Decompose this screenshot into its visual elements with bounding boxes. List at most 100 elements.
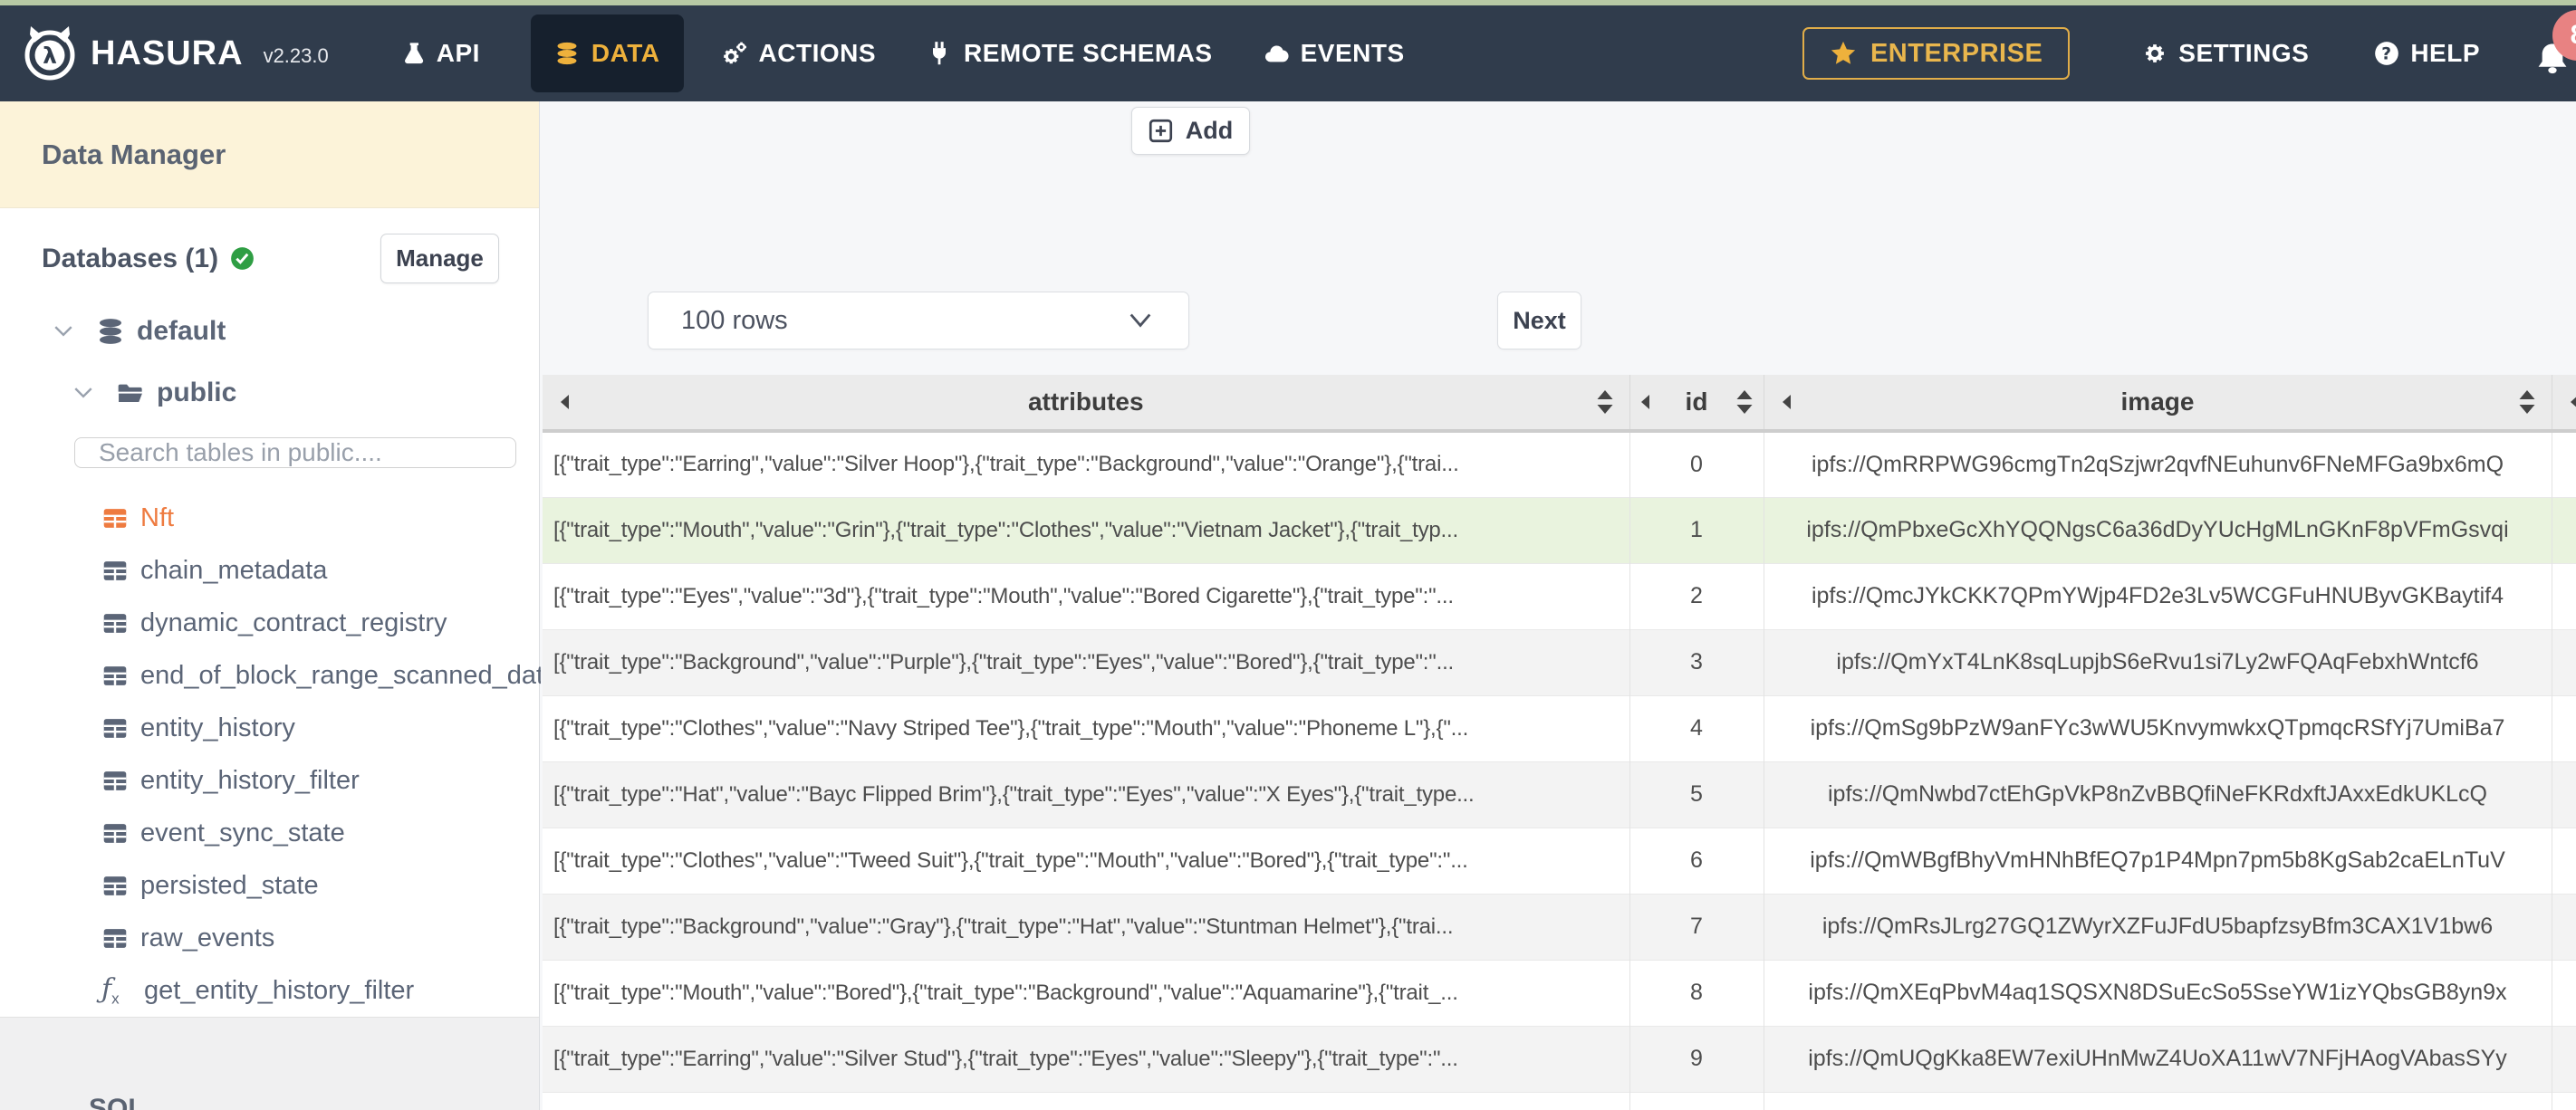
tables-list: Nft chain_metadata dynamic_contract_regist… <box>0 492 558 1017</box>
cell-image: ipfs://QmRRPWG96cmgTn2qSzjwr2qvfNEuhunv6… <box>1763 431 2552 497</box>
sidebar-table-end_of_block_range_scanned_data[interactable]: end_of_block_range_scanned_data <box>0 649 558 702</box>
rows-per-page-select[interactable]: 100 rows <box>648 292 1189 349</box>
sidebar-table-entity_history_filter[interactable]: entity_history_filter <box>0 754 539 807</box>
table-name-label: chain_metadata <box>140 555 328 585</box>
tree-node-default[interactable]: default <box>0 311 539 352</box>
column-header-image[interactable]: image <box>1763 375 2552 433</box>
next-page-button[interactable]: Next <box>1497 292 1581 349</box>
table-name-label: raw_events <box>140 923 275 952</box>
collapse-column-icon[interactable] <box>1779 393 1793 411</box>
cell-image: ipfs://QmSg9bPzW9anFYc3wWU5KnvymwkxQTpmq… <box>1763 694 2552 761</box>
nav-item-label: DATA <box>591 39 660 67</box>
nav-item-label: EVENTS <box>1300 39 1405 67</box>
collapse-column-icon[interactable] <box>2567 393 2576 411</box>
table-name-label: entity_history_filter <box>140 765 360 795</box>
cell-overflow <box>2551 562 2576 629</box>
settings-label: SETTINGS <box>2178 39 2310 67</box>
collapse-column-icon[interactable] <box>1638 393 1652 411</box>
nav-item-actions[interactable]: ACTIONS <box>722 39 877 68</box>
cell-overflow <box>2551 694 2576 761</box>
table-icon <box>103 508 127 528</box>
sidebar-table-raw_events[interactable]: raw_events <box>0 912 539 964</box>
sidebar-table-persisted_state[interactable]: persisted_state <box>0 859 539 912</box>
column-label: attributes <box>1027 388 1144 416</box>
cell-image: ipfs://QmRsJLrg27GQ1ZWyrXZFuJFdU5bapfzsy… <box>1763 893 2552 960</box>
table-icon <box>103 613 127 633</box>
table-name-label: entity_history <box>140 713 295 742</box>
nav-help[interactable]: ? HELP <box>2374 39 2480 68</box>
cell-empty <box>1763 1091 2552 1110</box>
cell-image: ipfs://QmNwbd7ctEhGpVkP8nZvBBQfiNeFKRdxf… <box>1763 761 2552 828</box>
sort-column-icon[interactable] <box>1735 388 1754 416</box>
databases-label: Databases (1) <box>42 243 219 273</box>
hasura-logo-icon[interactable]: λ <box>22 25 78 81</box>
cell-id: 9 <box>1629 1025 1764 1092</box>
sidebar-table-entity_history[interactable]: entity_history <box>0 702 539 754</box>
cell-overflow <box>2551 761 2576 828</box>
sidebar-table-event_sync_state[interactable]: event_sync_state <box>0 807 539 859</box>
help-label: HELP <box>2410 39 2480 67</box>
folder-icon <box>118 384 142 402</box>
nav-item-api[interactable]: API <box>399 39 480 68</box>
sort-column-icon[interactable] <box>1595 388 1615 416</box>
grid-head-row: attributes id image <box>543 375 2576 433</box>
database-icon <box>557 42 577 65</box>
table-row: [{"trait_type":"Background","value":"Pur… <box>543 628 2576 695</box>
table-name-label: Nft <box>140 502 175 532</box>
navbar-right: ENTERPRISE SETTINGS ? HELP 8 <box>1802 10 2576 82</box>
database-icon <box>100 319 121 344</box>
sidebar-table-dynamic_contract_registry[interactable]: dynamic_contract_registry <box>0 597 539 649</box>
nav-item-remote-schemas[interactable]: REMOTE SCHEMAS <box>927 39 1213 68</box>
column-header-id[interactable]: id <box>1629 375 1764 433</box>
chevron-down-icon[interactable] <box>53 322 74 340</box>
sidebar-title: Data Manager <box>0 101 539 208</box>
cell-image: ipfs://QmcJYkCKK7QPmYWjp4FD2e3Lv5WCGFuHN… <box>1763 562 2552 629</box>
cell-image: ipfs://QmXEqPbvM4aq1SQSXN8DSuEcSo5SseYW1… <box>1763 959 2552 1026</box>
notifications-button[interactable]: 8 <box>2533 10 2576 82</box>
cell-attributes: [{"trait_type":"Background","value":"Pur… <box>543 628 1629 695</box>
databases-row: Databases (1) Manage <box>0 208 539 283</box>
nav-settings[interactable]: SETTINGS <box>2142 39 2309 68</box>
table-icon <box>103 928 127 948</box>
sidebar-item-sql[interactable]: SQL <box>89 1094 145 1110</box>
nav-item-label: ACTIONS <box>758 39 877 67</box>
data-grid-wrapper: attributes id image [{"trait_type":"Earrin… <box>543 375 2576 1110</box>
manage-button[interactable]: Manage <box>380 234 499 283</box>
nav-item-events[interactable]: EVENTS <box>1264 39 1405 68</box>
column-header-attributes[interactable]: attributes <box>543 375 1629 433</box>
sort-column-icon[interactable] <box>2517 388 2537 416</box>
add-row-button[interactable]: Add <box>1131 107 1250 155</box>
app-body: Data Manager Databases (1) Manage defaul… <box>0 101 2576 1110</box>
table-icon <box>103 876 127 895</box>
sidebar-table-Nft[interactable]: Nft <box>0 492 539 544</box>
enterprise-label: ENTERPRISE <box>1870 38 2043 68</box>
function-name-label: get_entity_history_filter <box>144 975 415 1005</box>
nav-item-data[interactable]: DATA <box>530 14 684 92</box>
chevron-down-icon <box>1129 313 1151 328</box>
sidebar-bottom-section: SQL <box>0 1017 539 1110</box>
cell-id: 5 <box>1629 761 1764 828</box>
table-icon <box>103 665 127 685</box>
column-header-overflow[interactable] <box>2551 375 2576 433</box>
cell-id: 0 <box>1629 431 1764 497</box>
table-row: [{"trait_type":"Hat","value":"Bayc Flipp… <box>543 761 2576 828</box>
chevron-down-icon[interactable] <box>72 384 94 402</box>
version-label: v2.23.0 <box>263 44 329 67</box>
cell-attributes: [{"trait_type":"Hat","value":"Bayc Flipp… <box>543 761 1629 828</box>
table-row-partial <box>543 1091 2576 1110</box>
table-icon <box>103 823 127 843</box>
sidebar-function-get_entity_history_filter[interactable]: ƒx get_entity_history_filter <box>0 964 539 1017</box>
enterprise-button[interactable]: ENTERPRISE <box>1802 27 2071 80</box>
cell-attributes: [{"trait_type":"Earring","value":"Silver… <box>553 452 1459 477</box>
cell-id: 6 <box>1629 827 1764 894</box>
collapse-column-icon[interactable] <box>557 393 572 411</box>
tree-node-public[interactable]: public <box>0 372 539 414</box>
cell-overflow <box>2551 496 2576 563</box>
cell-empty <box>543 1091 1629 1110</box>
sidebar-table-chain_metadata[interactable]: chain_metadata <box>0 544 539 597</box>
cell-image: ipfs://QmYxT4LnK8sqLupjbS6eRvu1si7Ly2wFQ… <box>1763 628 2552 695</box>
cell-id: 4 <box>1629 694 1764 761</box>
gear-icon <box>2142 41 2167 66</box>
cell-attributes: [{"trait_type":"Mouth","value":"Grin"},{… <box>543 496 1629 563</box>
search-tables-input[interactable] <box>74 437 516 468</box>
